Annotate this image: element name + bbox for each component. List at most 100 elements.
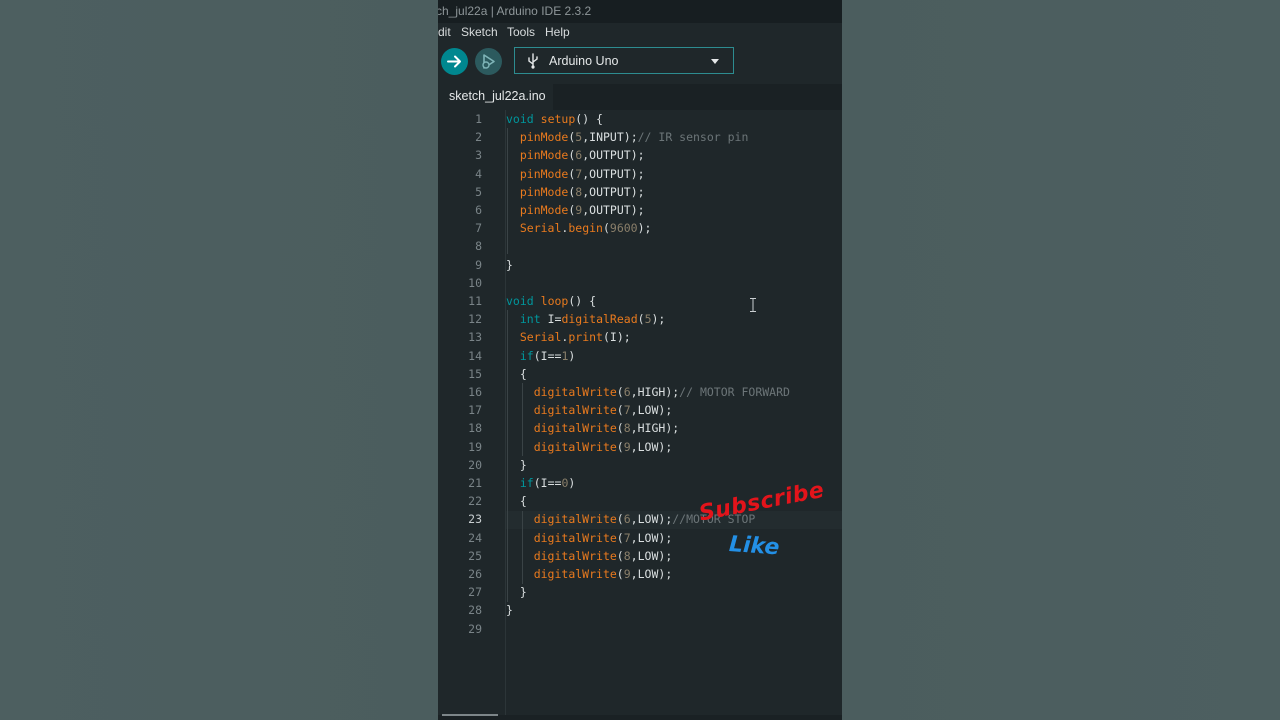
code-line[interactable]: 19 digitalWrite(9,LOW); bbox=[438, 438, 842, 456]
line-code: { bbox=[506, 494, 527, 509]
line-code: Serial.print(I); bbox=[519, 330, 631, 345]
code-line[interactable]: 17 digitalWrite(7,LOW); bbox=[438, 401, 842, 419]
code-line[interactable]: 22 { bbox=[438, 492, 842, 510]
menu-tools[interactable]: Tools bbox=[507, 23, 535, 42]
line-code: int I=digitalRead(5); bbox=[519, 312, 666, 327]
code-line[interactable]: 1 void setup() { bbox=[438, 110, 842, 128]
line-code: Serial.begin(9600); bbox=[519, 221, 652, 236]
menu-sketch[interactable]: Sketch bbox=[461, 23, 498, 42]
line-code: pinMode(8,OUTPUT); bbox=[519, 184, 645, 199]
debug-icon bbox=[482, 54, 495, 69]
video-background-right bbox=[842, 0, 1280, 720]
line-code: if(I==0) bbox=[519, 476, 576, 490]
verify-button[interactable] bbox=[441, 48, 468, 75]
line-code: digitalWrite(7,LOW); bbox=[533, 403, 673, 418]
code-line[interactable]: 24 digitalWrite(7,LOW); bbox=[438, 529, 842, 547]
board-selector[interactable]: Arduino Uno bbox=[514, 47, 734, 74]
arduino-ide-window: ch_jul22a | Arduino IDE 2.3.2 dit Sketch… bbox=[438, 0, 842, 720]
code-line[interactable]: 4 pinMode(7,OUTPUT); bbox=[438, 165, 842, 183]
line-number: 28 bbox=[468, 603, 482, 618]
debug-button[interactable] bbox=[475, 48, 502, 75]
line-number: 29 bbox=[468, 621, 482, 636]
code-line[interactable]: 15 { bbox=[438, 365, 842, 383]
line-number: 15 bbox=[468, 366, 482, 381]
code-line[interactable]: 28} bbox=[438, 601, 842, 619]
line-number: 23 bbox=[468, 512, 482, 527]
code-line[interactable]: 27 } bbox=[438, 583, 842, 601]
video-background-left bbox=[0, 0, 438, 720]
line-code: void loop() { bbox=[506, 294, 597, 308]
line-code: pinMode(6,OUTPUT); bbox=[519, 148, 645, 163]
code-line[interactable]: 20 } bbox=[438, 456, 842, 474]
line-code: digitalWrite(6,HIGH);// MOTOR FORWARD bbox=[533, 385, 790, 399]
line-code: } bbox=[506, 257, 513, 272]
code-line[interactable]: 11 void loop() { bbox=[438, 292, 842, 310]
line-code: } bbox=[506, 585, 527, 600]
line-code: } bbox=[506, 603, 513, 618]
code-line[interactable]: 13 Serial.print(I); bbox=[438, 328, 842, 346]
line-number: 9 bbox=[475, 257, 482, 272]
line-number: 4 bbox=[475, 166, 482, 181]
line-number: 14 bbox=[468, 348, 482, 363]
line-number: 2 bbox=[475, 130, 482, 145]
code-line[interactable]: 26 digitalWrite(9,LOW); bbox=[438, 565, 842, 583]
line-code: pinMode(9,OUTPUT); bbox=[519, 203, 645, 217]
code-line[interactable]: 10 bbox=[438, 274, 842, 292]
code-line[interactable]: 23 digitalWrite(6,LOW);//MOTOR STOP bbox=[438, 510, 842, 528]
line-number: 22 bbox=[468, 494, 482, 509]
line-number: 25 bbox=[468, 548, 482, 563]
line-code: pinMode(5,INPUT);// IR sensor pin bbox=[519, 130, 749, 145]
line-code: digitalWrite(9,LOW); bbox=[533, 439, 673, 454]
line-code: digitalWrite(9,LOW); bbox=[533, 567, 673, 581]
line-number: 6 bbox=[475, 203, 482, 217]
code-line[interactable]: 7 Serial.begin(9600); bbox=[438, 219, 842, 237]
code-line[interactable]: 16 digitalWrite(6,HIGH);// MOTOR FORWARD bbox=[438, 383, 842, 401]
code-line[interactable]: 21 if(I==0) bbox=[438, 474, 842, 492]
line-number: 27 bbox=[468, 585, 482, 600]
board-name: Arduino Uno bbox=[549, 54, 619, 68]
line-code: if(I==1) bbox=[519, 348, 576, 363]
code-line[interactable]: 5 pinMode(8,OUTPUT); bbox=[438, 183, 842, 201]
code-line[interactable]: 18 digitalWrite(8,HIGH); bbox=[438, 419, 842, 437]
caret-down-icon bbox=[711, 59, 719, 64]
line-code: digitalWrite(6,LOW);//MOTOR STOP bbox=[533, 512, 756, 527]
menu-help[interactable]: Help bbox=[545, 23, 570, 42]
line-number: 3 bbox=[475, 148, 482, 163]
code-line[interactable]: 8 bbox=[438, 237, 842, 255]
line-number: 21 bbox=[468, 476, 482, 490]
line-code: } bbox=[506, 457, 527, 472]
line-number: 24 bbox=[468, 530, 482, 545]
line-number: 1 bbox=[475, 112, 482, 126]
tab-bar: sketch_jul22a.ino bbox=[438, 84, 842, 110]
arrow-right-icon bbox=[447, 55, 461, 68]
line-number: 12 bbox=[468, 312, 482, 327]
code-line[interactable]: 3 pinMode(6,OUTPUT); bbox=[438, 146, 842, 164]
status-strip bbox=[438, 715, 842, 720]
code-line[interactable]: 9} bbox=[438, 256, 842, 274]
usb-icon bbox=[528, 53, 538, 69]
line-number: 19 bbox=[468, 439, 482, 454]
menu-edit[interactable]: dit bbox=[438, 23, 451, 42]
line-number: 17 bbox=[468, 403, 482, 418]
line-number: 20 bbox=[468, 457, 482, 472]
code-line[interactable]: 2 pinMode(5,INPUT);// IR sensor pin bbox=[438, 128, 842, 146]
line-code: digitalWrite(7,LOW); bbox=[533, 530, 673, 545]
tab-sketch-file[interactable]: sketch_jul22a.ino bbox=[438, 84, 553, 110]
code-line[interactable]: 12 int I=digitalRead(5); bbox=[438, 310, 842, 328]
horizontal-scrollbar[interactable] bbox=[442, 714, 498, 716]
code-line[interactable]: 29 bbox=[438, 620, 842, 638]
code-line[interactable]: 14 if(I==1) bbox=[438, 347, 842, 365]
code-line[interactable]: 25 digitalWrite(8,LOW); bbox=[438, 547, 842, 565]
line-number: 13 bbox=[468, 330, 482, 345]
line-number: 10 bbox=[468, 275, 482, 290]
menu-bar: dit Sketch Tools Help bbox=[438, 23, 842, 42]
line-number: 16 bbox=[468, 385, 482, 399]
line-number: 8 bbox=[475, 239, 482, 254]
title-bar: ch_jul22a | Arduino IDE 2.3.2 bbox=[438, 0, 842, 23]
line-code: { bbox=[506, 366, 527, 381]
window-title: ch_jul22a | Arduino IDE 2.3.2 bbox=[438, 4, 592, 18]
line-code: void setup() { bbox=[506, 112, 603, 126]
code-line[interactable]: 6 pinMode(9,OUTPUT); bbox=[438, 201, 842, 219]
line-number: 26 bbox=[468, 567, 482, 581]
text-cursor-icon bbox=[750, 298, 756, 312]
